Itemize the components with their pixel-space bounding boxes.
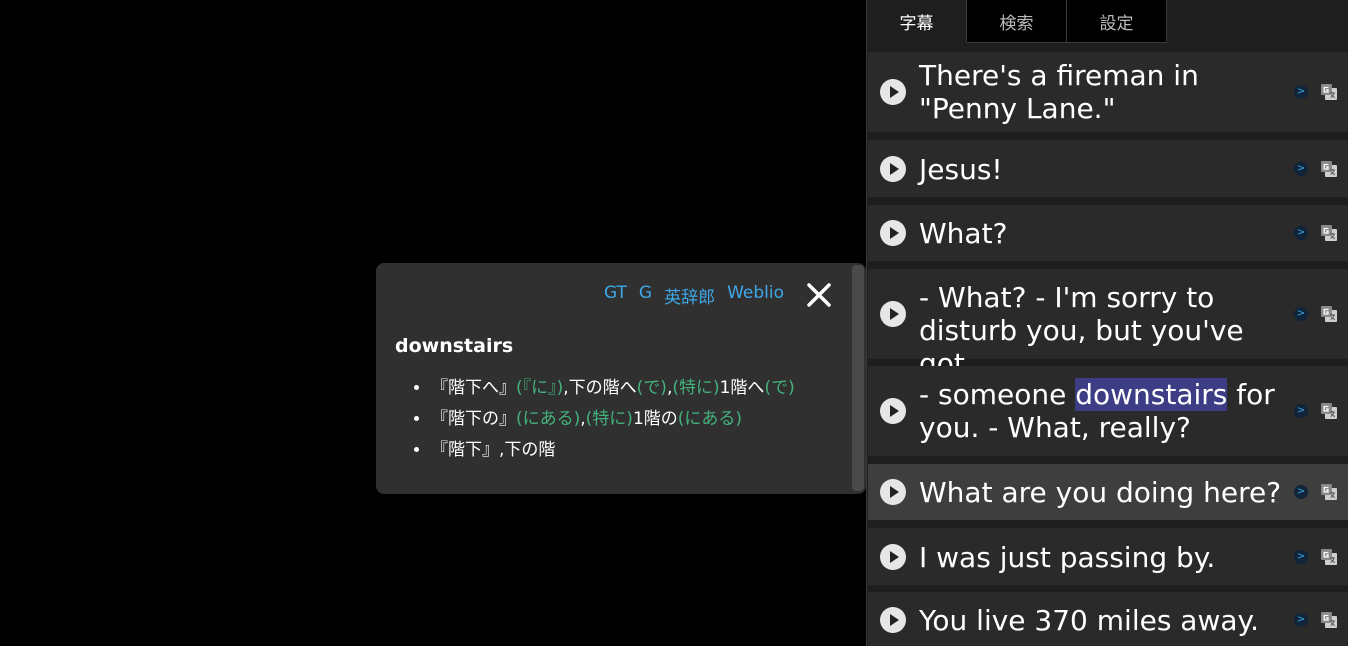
play-icon[interactable] <box>880 156 906 182</box>
subtitle-row[interactable]: What? > <box>868 205 1348 261</box>
play-icon[interactable] <box>880 398 906 424</box>
close-icon[interactable] <box>804 280 834 310</box>
dictionary-headword: downstairs <box>395 335 514 357</box>
chevron-right-icon[interactable]: > <box>1294 85 1308 99</box>
subtitle-text[interactable]: There's a fireman in "Penny Lane." <box>919 59 1289 125</box>
tab-settings[interactable]: 設定 <box>1067 0 1167 43</box>
definition-item: 『階下の』(にある),(特に)1階の(にある) <box>431 404 795 435</box>
definition-note: (特に) <box>672 378 720 398</box>
definition-item: 『階下へ』(『に』),下の階へ(で),(特に)1階へ(で) <box>431 373 795 404</box>
definition-note: (で) <box>764 378 795 398</box>
subtitle-row[interactable]: I was just passing by. > <box>868 528 1348 585</box>
link-eijiro[interactable]: 英辞郎 <box>664 283 715 308</box>
definition-text: 『階下の』 <box>431 409 516 429</box>
definition-note: (で) <box>636 378 667 398</box>
dictionary-popup: GT G 英辞郎 Weblio downstairs 『階下へ』(『に』),下の… <box>376 263 866 494</box>
chevron-right-icon[interactable]: > <box>1294 307 1308 321</box>
link-weblio[interactable]: Weblio <box>727 283 784 308</box>
subtitle-panel: 字幕 検索 設定 There's a fireman in "Penny Lan… <box>866 0 1348 646</box>
subtitle-text[interactable]: What? <box>919 217 1289 250</box>
definition-text: 『階下へ』 <box>431 378 516 398</box>
google-translate-icon[interactable] <box>1320 160 1338 178</box>
subtitle-text-segment: - someone <box>919 378 1076 411</box>
google-translate-icon[interactable] <box>1320 402 1338 420</box>
subtitle-text[interactable]: What are you doing here? <box>919 476 1289 509</box>
chevron-right-icon[interactable]: > <box>1294 485 1308 499</box>
definition-note: (にある) <box>516 409 581 429</box>
popup-scrollbar[interactable] <box>852 265 864 491</box>
google-translate-icon[interactable] <box>1320 483 1338 501</box>
play-icon[interactable] <box>880 479 906 505</box>
google-translate-icon[interactable] <box>1320 548 1338 566</box>
subtitle-text[interactable]: I was just passing by. <box>919 541 1289 574</box>
definition-note: (特に) <box>585 409 633 429</box>
chevron-right-icon[interactable]: > <box>1294 162 1308 176</box>
definition-item: 『階下』,下の階 <box>431 435 795 466</box>
definition-text: 『階下』,下の階 <box>431 440 556 460</box>
play-icon[interactable] <box>880 607 906 633</box>
definition-text: 1階へ <box>719 378 765 398</box>
google-translate-icon[interactable] <box>1320 83 1338 101</box>
subtitle-text[interactable]: Jesus! <box>919 153 1289 186</box>
link-gt[interactable]: GT <box>604 283 627 308</box>
highlighted-word[interactable]: downstairs <box>1075 378 1228 411</box>
play-icon[interactable] <box>880 79 906 105</box>
link-google[interactable]: G <box>639 283 652 308</box>
definition-list: 『階下へ』(『に』),下の階へ(で),(特に)1階へ(で)『階下の』(にある),… <box>395 373 795 466</box>
play-icon[interactable] <box>880 301 906 327</box>
chevron-right-icon[interactable]: > <box>1294 613 1308 627</box>
subtitle-text[interactable]: - someone downstairs for you. - What, re… <box>919 378 1289 444</box>
play-icon[interactable] <box>880 220 906 246</box>
definition-text: 1階の <box>632 409 678 429</box>
subtitle-text[interactable]: You live 370 miles away. <box>919 604 1289 637</box>
subtitle-row[interactable]: What are you doing here? > <box>868 464 1348 520</box>
chevron-right-icon[interactable]: > <box>1294 404 1308 418</box>
subtitle-row[interactable]: There's a fireman in "Penny Lane." > <box>868 52 1348 132</box>
subtitle-row[interactable]: You live 370 miles away. > <box>868 592 1348 646</box>
tab-search[interactable]: 検索 <box>967 0 1067 43</box>
tab-subtitles[interactable]: 字幕 <box>867 0 967 43</box>
chevron-right-icon[interactable]: > <box>1294 550 1308 564</box>
tab-bar: 字幕 検索 設定 <box>867 0 1167 43</box>
definition-text: ,下の階へ <box>563 378 637 398</box>
subtitle-row[interactable]: - What? - I'm sorry to disturb you, but … <box>868 269 1348 380</box>
play-icon[interactable] <box>880 544 906 570</box>
definition-note: (にある) <box>677 409 743 429</box>
google-translate-icon[interactable] <box>1320 224 1338 242</box>
dictionary-links: GT G 英辞郎 Weblio <box>604 283 784 308</box>
subtitle-row[interactable]: Jesus! > <box>868 140 1348 197</box>
google-translate-icon[interactable] <box>1320 611 1338 629</box>
definition-note: (『に』) <box>516 378 564 398</box>
subtitle-row[interactable]: - someone downstairs for you. - What, re… <box>868 366 1348 456</box>
chevron-right-icon[interactable]: > <box>1294 226 1308 240</box>
google-translate-icon[interactable] <box>1320 305 1338 323</box>
